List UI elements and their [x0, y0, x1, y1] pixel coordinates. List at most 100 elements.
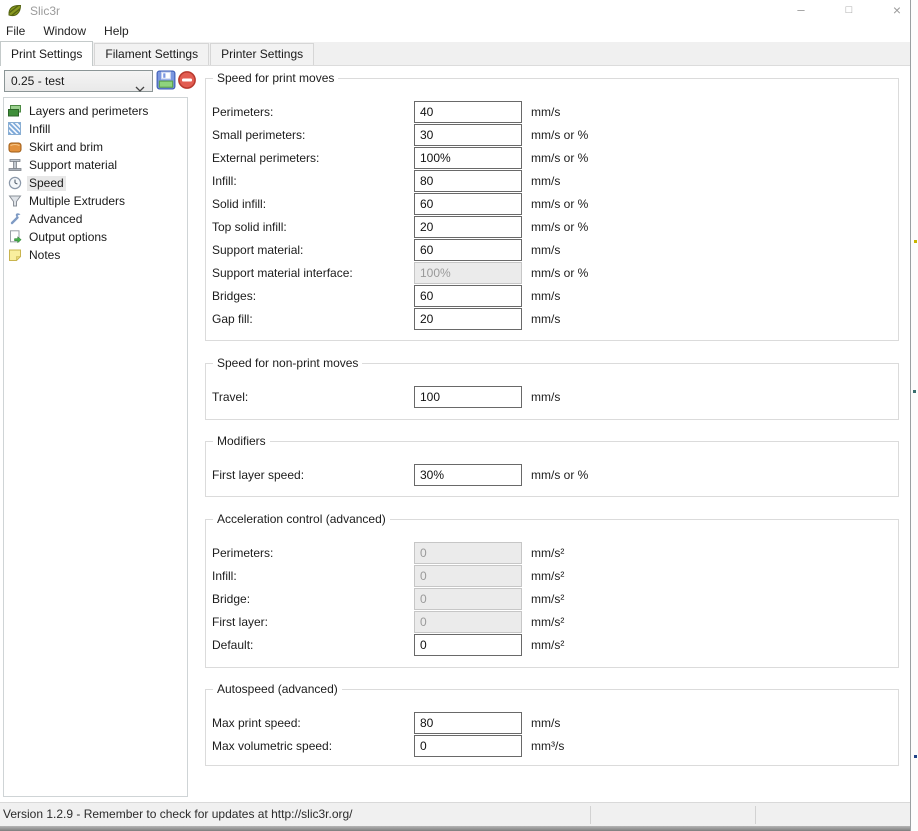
- setting-label: Max print speed:: [212, 712, 301, 734]
- setting-label: Bridge:: [212, 588, 250, 610]
- group-title: Acceleration control (advanced): [213, 512, 390, 526]
- small-perimeters-input[interactable]: [414, 124, 522, 146]
- setting-row: Infill:mm/s²: [206, 565, 898, 588]
- setting-label: Support material:: [212, 239, 303, 261]
- support-material-input[interactable]: [414, 239, 522, 261]
- menu-help[interactable]: Help: [95, 22, 138, 42]
- setting-row: First layer speed: mm/s or %: [206, 464, 898, 487]
- group-autospeed-advanced: Autospeed (advanced)Max print speed:mm/s…: [205, 689, 899, 766]
- unit-label: mm/s or %: [531, 147, 588, 169]
- sidebar-item-output-options[interactable]: Output options: [4, 228, 187, 246]
- setting-row: Max volumetric speed:mm³/s: [206, 735, 898, 758]
- first-layer-input: [414, 611, 522, 633]
- sidebar-item-multiple-extruders[interactable]: Multiple Extruders: [4, 192, 187, 210]
- sidebar-item-advanced[interactable]: Advanced: [4, 210, 187, 228]
- minimize-button[interactable]: –: [784, 0, 818, 22]
- group-speed-for-print-moves: Speed for print movesPerimeters:mm/sSmal…: [205, 78, 899, 341]
- perimeters-input[interactable]: [414, 101, 522, 123]
- maximize-button[interactable]: □: [832, 0, 866, 22]
- skirt-brim-icon: [8, 140, 22, 154]
- sidebar-item-label: Advanced: [27, 212, 84, 227]
- solid-infill-input[interactable]: [414, 193, 522, 215]
- setting-row: Small perimeters:mm/s or %: [206, 124, 898, 147]
- tab-printer-settings[interactable]: Printer Settings: [210, 43, 314, 65]
- sidebar-item-infill[interactable]: Infill: [4, 120, 187, 138]
- infill-icon: [8, 122, 22, 136]
- unit-label: mm/s or %: [531, 216, 588, 238]
- infill-input[interactable]: [414, 170, 522, 192]
- setting-label: Infill:: [212, 565, 237, 587]
- unit-label: mm/s: [531, 712, 560, 734]
- sidebar-item-support-material[interactable]: Support material: [4, 156, 187, 174]
- sidebar-item-label: Output options: [27, 230, 109, 245]
- status-separator: [755, 806, 756, 824]
- unit-label: mm/s: [531, 239, 560, 261]
- desktop-edge-strip: [910, 0, 918, 831]
- menu-window[interactable]: Window: [34, 22, 95, 42]
- setting-label: Small perimeters:: [212, 124, 305, 146]
- layers-icon: [8, 104, 22, 118]
- window-title: Slic3r: [30, 4, 60, 18]
- setting-label: Travel:: [212, 386, 248, 408]
- setting-label: Gap fill:: [212, 308, 253, 330]
- setting-row: Max print speed: mm/s: [206, 712, 898, 735]
- sidebar-item-notes[interactable]: Notes: [4, 246, 187, 264]
- group-title: Speed for print moves: [213, 71, 338, 85]
- unit-label: mm/s: [531, 308, 560, 330]
- unit-label: mm/s or %: [531, 464, 588, 486]
- preset-dropdown[interactable]: 0.25 - test: [4, 70, 153, 92]
- top-solid-infill-input[interactable]: [414, 216, 522, 238]
- title-bar: Slic3r – □ ×: [0, 0, 910, 22]
- unit-label: mm³/s: [531, 735, 564, 757]
- gap-fill-input[interactable]: [414, 308, 522, 330]
- tab-filament-settings[interactable]: Filament Settings: [94, 43, 209, 65]
- unit-label: mm/s: [531, 170, 560, 192]
- group-title: Autospeed (advanced): [213, 682, 342, 696]
- setting-row: Travel:mm/s: [206, 386, 898, 409]
- travel-input[interactable]: [414, 386, 522, 408]
- setting-row: Top solid infill:mm/s or %: [206, 216, 898, 239]
- sidebar-item-label: Multiple Extruders: [27, 194, 127, 209]
- extruders-funnel-icon: [8, 194, 22, 208]
- unit-label: mm/s or %: [531, 262, 588, 284]
- setting-row: Support material interface:mm/s or %: [206, 262, 898, 285]
- external-perimeters-input[interactable]: [414, 147, 522, 169]
- max-print-speed-input[interactable]: [414, 712, 522, 734]
- max-volumetric-speed-input[interactable]: [414, 735, 522, 757]
- setting-row: Bridge:mm/s²: [206, 588, 898, 611]
- menu-file[interactable]: File: [0, 22, 34, 42]
- speed-clock-icon: [8, 176, 22, 190]
- bridges-input[interactable]: [414, 285, 522, 307]
- setting-label: First layer speed:: [212, 464, 304, 486]
- tab-bar: Print SettingsFilament SettingsPrinter S…: [0, 42, 910, 66]
- save-preset-button[interactable]: [156, 70, 176, 90]
- group-acceleration-control-advanced: Acceleration control (advanced)Perimeter…: [205, 519, 899, 668]
- sidebar-item-label: Support material: [27, 158, 119, 173]
- setting-label: Infill:: [212, 170, 237, 192]
- window-bottom-edge: [0, 826, 910, 831]
- bridge-input: [414, 588, 522, 610]
- setting-row: Perimeters:mm/s²: [206, 542, 898, 565]
- chevron-down-icon: [135, 79, 145, 99]
- delete-preset-button[interactable]: [177, 70, 197, 90]
- sidebar-item-skirt-and-brim[interactable]: Skirt and brim: [4, 138, 187, 156]
- sidebar-item-label: Speed: [27, 176, 66, 191]
- unit-label: mm/s²: [531, 542, 564, 564]
- setting-row: First layer:mm/s²: [206, 611, 898, 634]
- sidebar-item-layers-and-perimeters[interactable]: Layers and perimeters: [4, 102, 187, 120]
- slic3r-logo-icon: [7, 3, 23, 19]
- group-title: Modifiers: [213, 434, 270, 448]
- default-input[interactable]: [414, 634, 522, 656]
- unit-label: mm/s²: [531, 611, 564, 633]
- status-bar: Version 1.2.9 - Remember to check for up…: [0, 802, 910, 826]
- tab-print-settings[interactable]: Print Settings: [0, 41, 93, 66]
- sidebar-item-speed[interactable]: Speed: [4, 174, 187, 192]
- setting-label: Solid infill:: [212, 193, 266, 215]
- sidebar-item-label: Infill: [27, 122, 52, 137]
- first-layer-speed-input[interactable]: [414, 464, 522, 486]
- output-options-icon: [8, 230, 22, 244]
- status-text: Version 1.2.9 - Remember to check for up…: [3, 803, 353, 826]
- infill-input: [414, 565, 522, 587]
- setting-row: External perimeters:mm/s or %: [206, 147, 898, 170]
- close-button[interactable]: ×: [880, 0, 914, 22]
